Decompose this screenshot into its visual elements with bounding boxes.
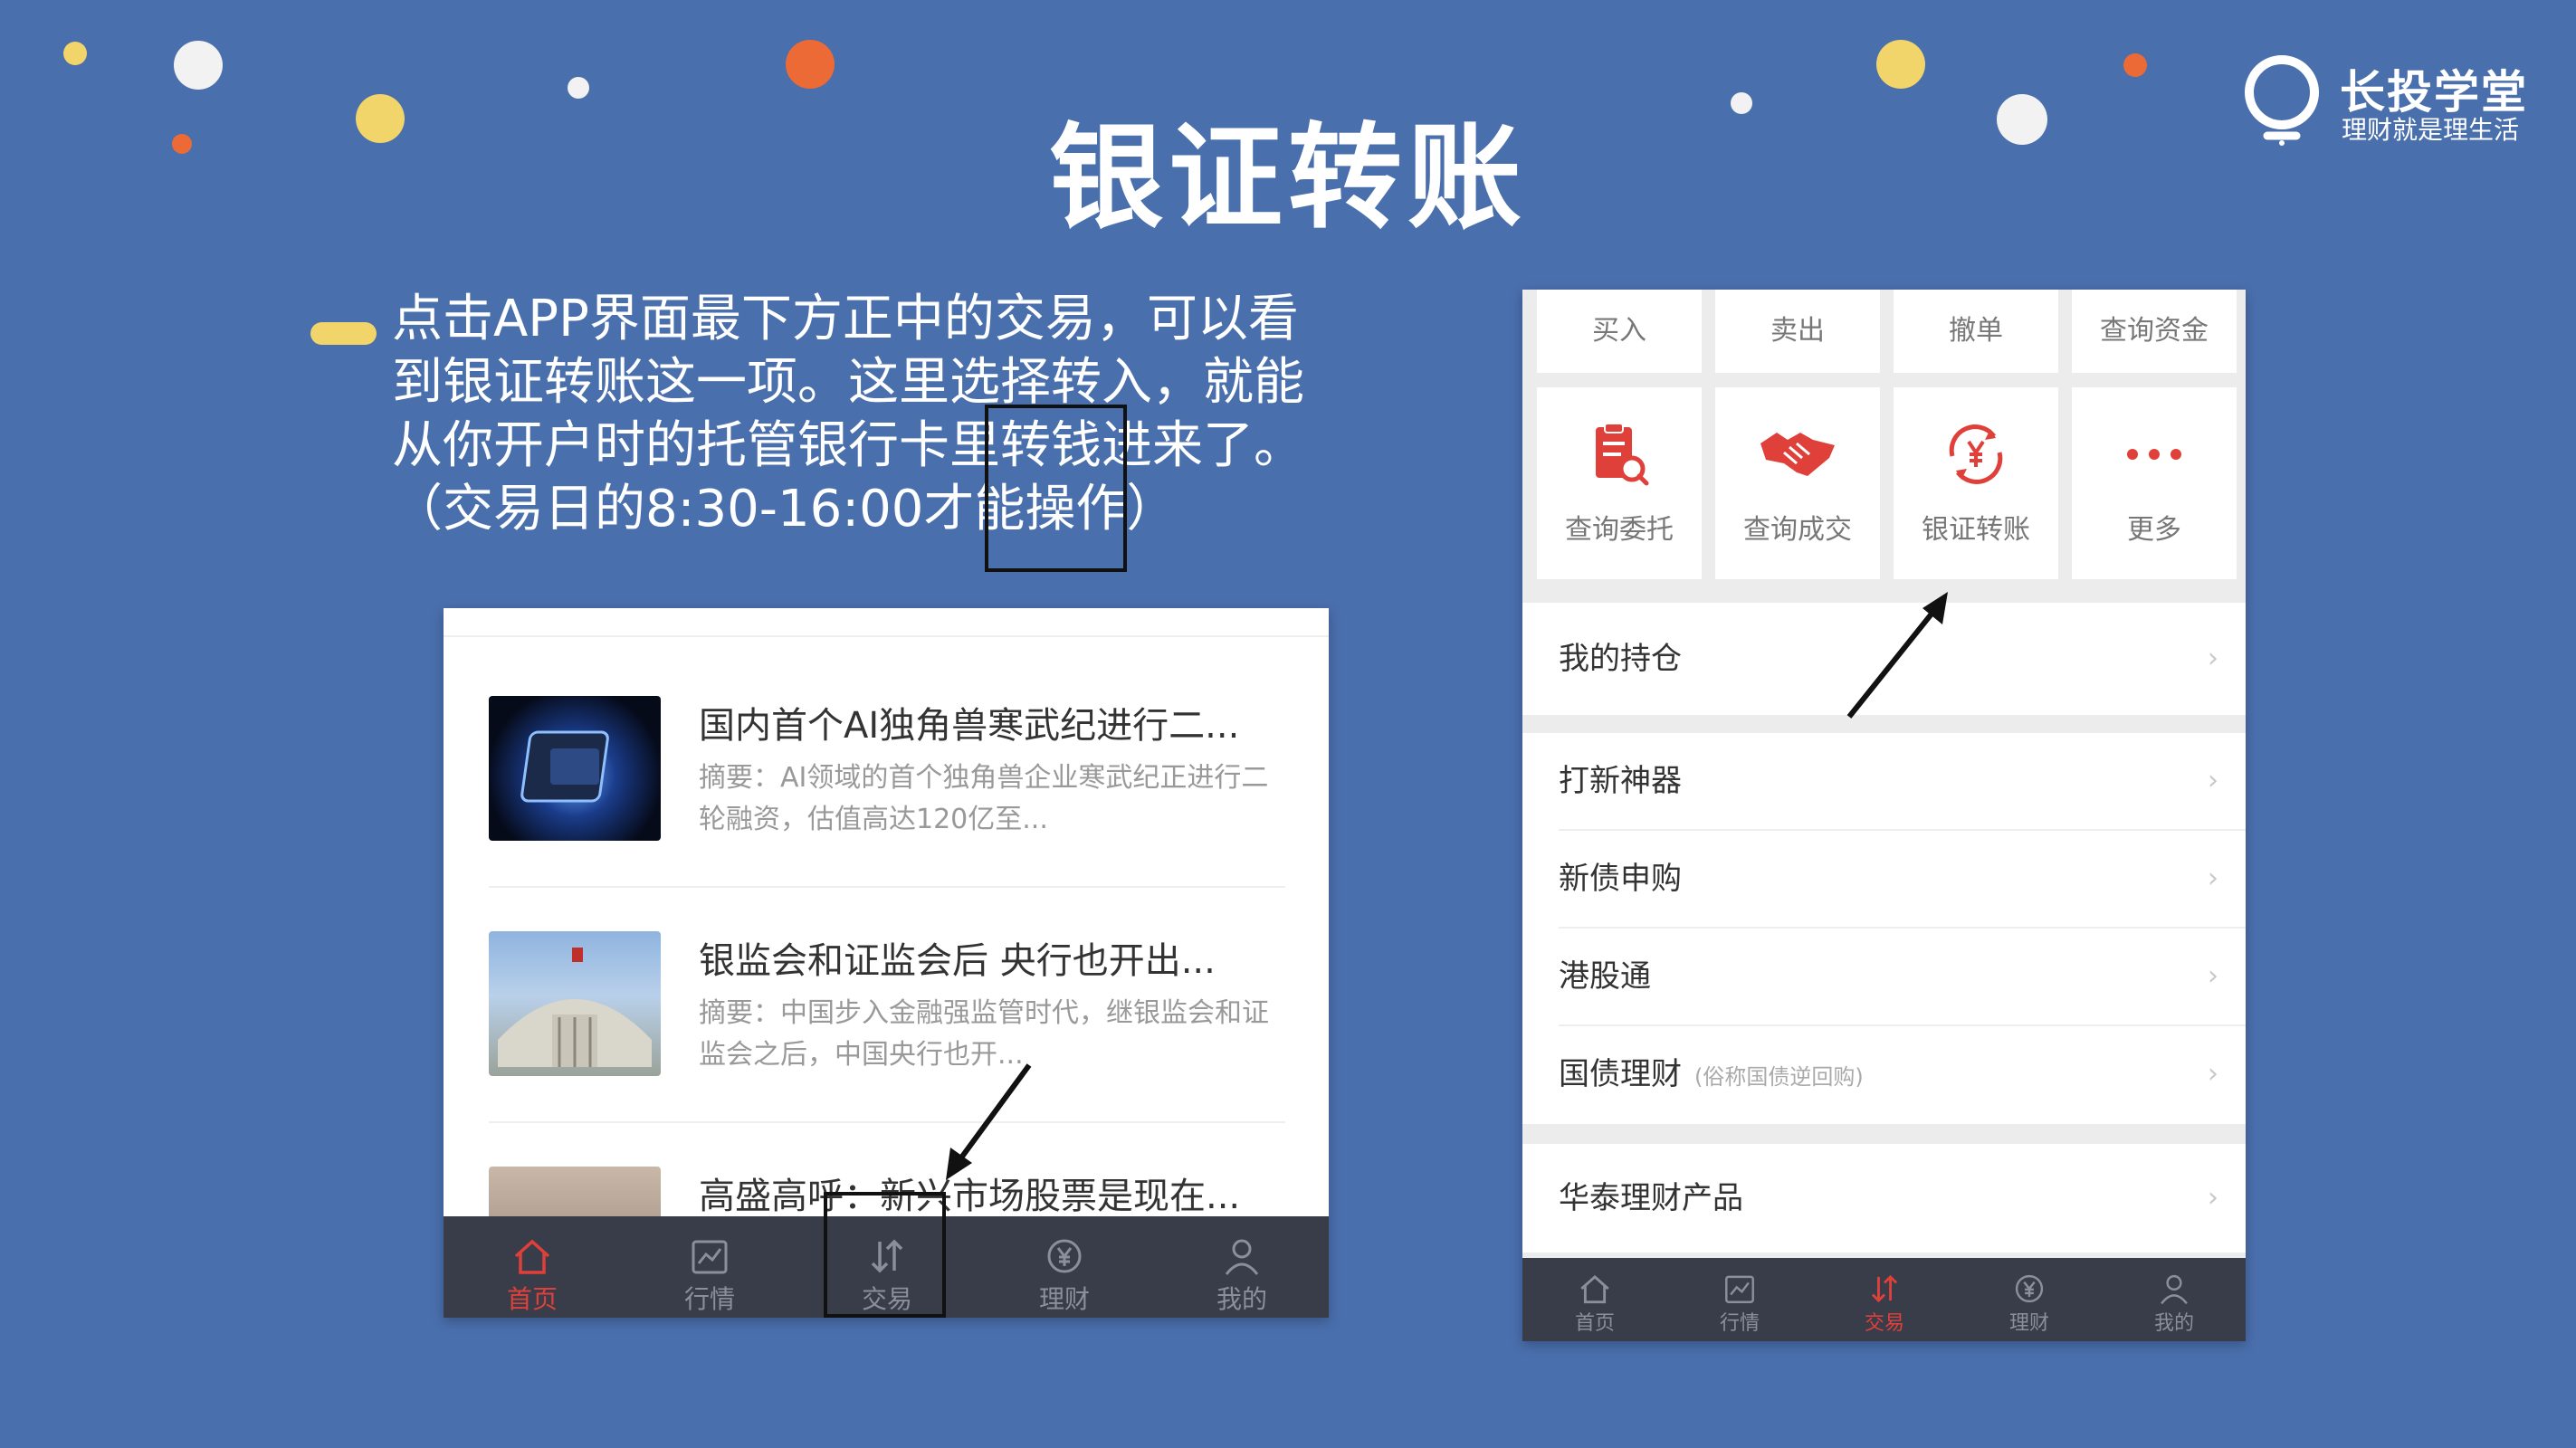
news-item[interactable]: 银监会和证监会后 央行也开出... 摘要：中国步入金融强监管时代，继银监会和证监… <box>489 931 1285 1148</box>
chevron-right-icon: › <box>2208 1058 2218 1090</box>
handshake-icon <box>1760 433 1835 476</box>
menu-row-treasury[interactable]: 国债理财 (俗称国债逆回购) › <box>1522 1026 2246 1124</box>
decor-dot <box>1876 40 1925 89</box>
news-title: 国内首个AI独角兽寒武纪进行二... <box>699 705 1240 747</box>
tab-finance[interactable]: 理财 <box>976 1216 1153 1318</box>
menu-row-bond-subscribe[interactable]: 新债申购 › <box>1522 831 2246 929</box>
query-orders-button[interactable]: 查询委托 <box>1537 387 1702 579</box>
bullet-marker <box>310 322 377 345</box>
news-thumbnail-chip <box>489 696 661 841</box>
brand-logo: 长投学堂 理财就是理生活 <box>2240 52 2530 152</box>
highlight-box-trade-tab <box>824 1192 946 1318</box>
chart-icon <box>692 1240 728 1274</box>
chevron-right-icon: › <box>2208 643 2218 674</box>
description-line: 到银证转账这一项。这里选择转入，就能 <box>392 353 1304 412</box>
tab-label: 理财 <box>2008 1312 2049 1335</box>
bank-securities-transfer-button[interactable]: 银证转账 <box>1894 387 2058 579</box>
decor-dot <box>174 41 223 90</box>
highlight-box-transfer-button <box>985 405 1127 572</box>
chart-icon <box>1725 1275 1754 1303</box>
tab-market[interactable]: 行情 <box>621 1216 798 1318</box>
description-line: （交易日的8:30-16:00才能操作） <box>392 480 1178 538</box>
user-icon <box>2161 1274 2188 1305</box>
tab-label: 首页 <box>506 1284 558 1314</box>
cancel-order-button[interactable]: 撤单 <box>1894 290 2058 373</box>
news-summary: 摘要：中国步入金融强监管时代，继银监会和证监会之后，中国央行也开... <box>699 997 1269 1071</box>
trade-screen-phone: 买入 卖出 撤单 查询资金 查询委托 查询成交 银证转账 更多 我的持仓 › 打… <box>1522 290 2246 1341</box>
icon-button-label: 查询委托 <box>1565 514 1674 546</box>
menu-row-holdings[interactable]: 我的持仓 › <box>1522 603 2246 715</box>
news-title: 银监会和证监会后 央行也开出... <box>699 940 1216 982</box>
yen-coin-icon <box>1047 1239 1082 1273</box>
slide-description: 点击APP界面最下方正中的交易，可以看 到银证转账这一项。这里选择转入，就能 从… <box>392 288 1406 541</box>
tab-finance[interactable]: 理财 <box>1957 1258 2102 1341</box>
buy-button[interactable]: 买入 <box>1537 290 1702 373</box>
menu-row-huatai-products[interactable]: 华泰理财产品 › <box>1522 1144 2246 1253</box>
menu-label: 打新神器 <box>1559 763 1682 799</box>
icon-button-label: 查询成交 <box>1743 514 1852 546</box>
news-item[interactable]: 国内首个AI独角兽寒武纪进行二... 摘要：AI领域的首个独角兽企业寒武纪正进行… <box>489 696 1285 913</box>
treasury-label: 国债理财 <box>1559 1056 1682 1092</box>
tab-label: 行情 <box>683 1284 735 1314</box>
news-thumbnail-bank <box>489 931 661 1076</box>
home-icon <box>1580 1274 1609 1304</box>
description-line: 点击APP界面最下方正中的交易，可以看 <box>392 290 1299 348</box>
lightbulb-logo-icon <box>2245 55 2319 146</box>
tab-label: 我的 <box>2153 1312 2194 1335</box>
menu-label: 国债理财 (俗称国债逆回购) <box>1559 1026 1864 1125</box>
tab-label: 理财 <box>1038 1284 1090 1314</box>
query-funds-button[interactable]: 查询资金 <box>2072 290 2237 373</box>
treasury-note: (俗称国债逆回购) <box>1694 1064 1864 1090</box>
news-title: 高盛高呼：新兴市场股票是现在... <box>699 1176 1241 1217</box>
brand-slogan: 理财就是理生活 <box>2342 115 2520 145</box>
tab-me[interactable]: 我的 <box>2102 1258 2246 1341</box>
sell-button[interactable]: 卖出 <box>1715 290 1880 373</box>
menu-label: 华泰理财产品 <box>1559 1180 1743 1216</box>
divider <box>489 1121 1285 1123</box>
building-icon <box>498 948 652 1067</box>
news-summary: 摘要：AI领域的首个独角兽企业寒武纪正进行二轮融资，估值高达120亿至... <box>699 762 1269 835</box>
slide-title: 银证转账 <box>1049 111 1527 244</box>
chevron-right-icon: › <box>2208 960 2218 992</box>
chevron-right-icon: › <box>2208 862 2218 894</box>
tab-label: 交易 <box>1864 1312 1904 1335</box>
decor-dot <box>63 42 87 65</box>
tab-market[interactable]: 行情 <box>1667 1258 1812 1341</box>
divider <box>489 886 1285 888</box>
chevron-right-icon: › <box>2208 765 2218 796</box>
more-button[interactable]: 更多 <box>2072 387 2237 579</box>
trade-arrows-icon <box>1871 1274 1898 1303</box>
tab-trade[interactable]: 交易 <box>1812 1258 1957 1341</box>
icon-button-label: 更多 <box>2127 514 2181 546</box>
clipboard-search-icon <box>1596 423 1649 486</box>
yen-coin-icon <box>2015 1274 2044 1303</box>
bottom-tab-bar: 首页 行情 交易 理财 我的 <box>1522 1258 2246 1341</box>
menu-row-hk-connect[interactable]: 港股通 › <box>1522 929 2246 1026</box>
tab-home[interactable]: 首页 <box>444 1216 621 1318</box>
icon-button-label: 银证转账 <box>1922 514 2030 546</box>
yen-transfer-icon <box>1949 424 2003 484</box>
more-dots-icon <box>2127 449 2181 460</box>
menu-label: 我的持仓 <box>1559 641 1682 677</box>
user-icon <box>1225 1239 1259 1275</box>
chevron-right-icon: › <box>2208 1182 2218 1214</box>
menu-label: 港股通 <box>1559 958 1651 995</box>
decor-dot <box>2123 53 2147 77</box>
tab-label: 我的 <box>1216 1284 1267 1314</box>
divider <box>444 635 1329 637</box>
tab-me[interactable]: 我的 <box>1153 1216 1329 1318</box>
menu-label: 新债申购 <box>1559 861 1682 897</box>
query-deals-button[interactable]: 查询成交 <box>1715 387 1880 579</box>
home-icon <box>514 1239 550 1274</box>
tab-label: 行情 <box>1719 1312 1760 1335</box>
tab-label: 首页 <box>1574 1312 1615 1335</box>
tab-home[interactable]: 首页 <box>1522 1258 1667 1341</box>
menu-row-ipo-tool[interactable]: 打新神器 › <box>1522 733 2246 831</box>
decor-dot <box>786 40 835 89</box>
description-line: 从你开户时的托管银行卡里转钱进来了。 <box>392 416 1304 475</box>
chip-icon <box>520 730 609 803</box>
